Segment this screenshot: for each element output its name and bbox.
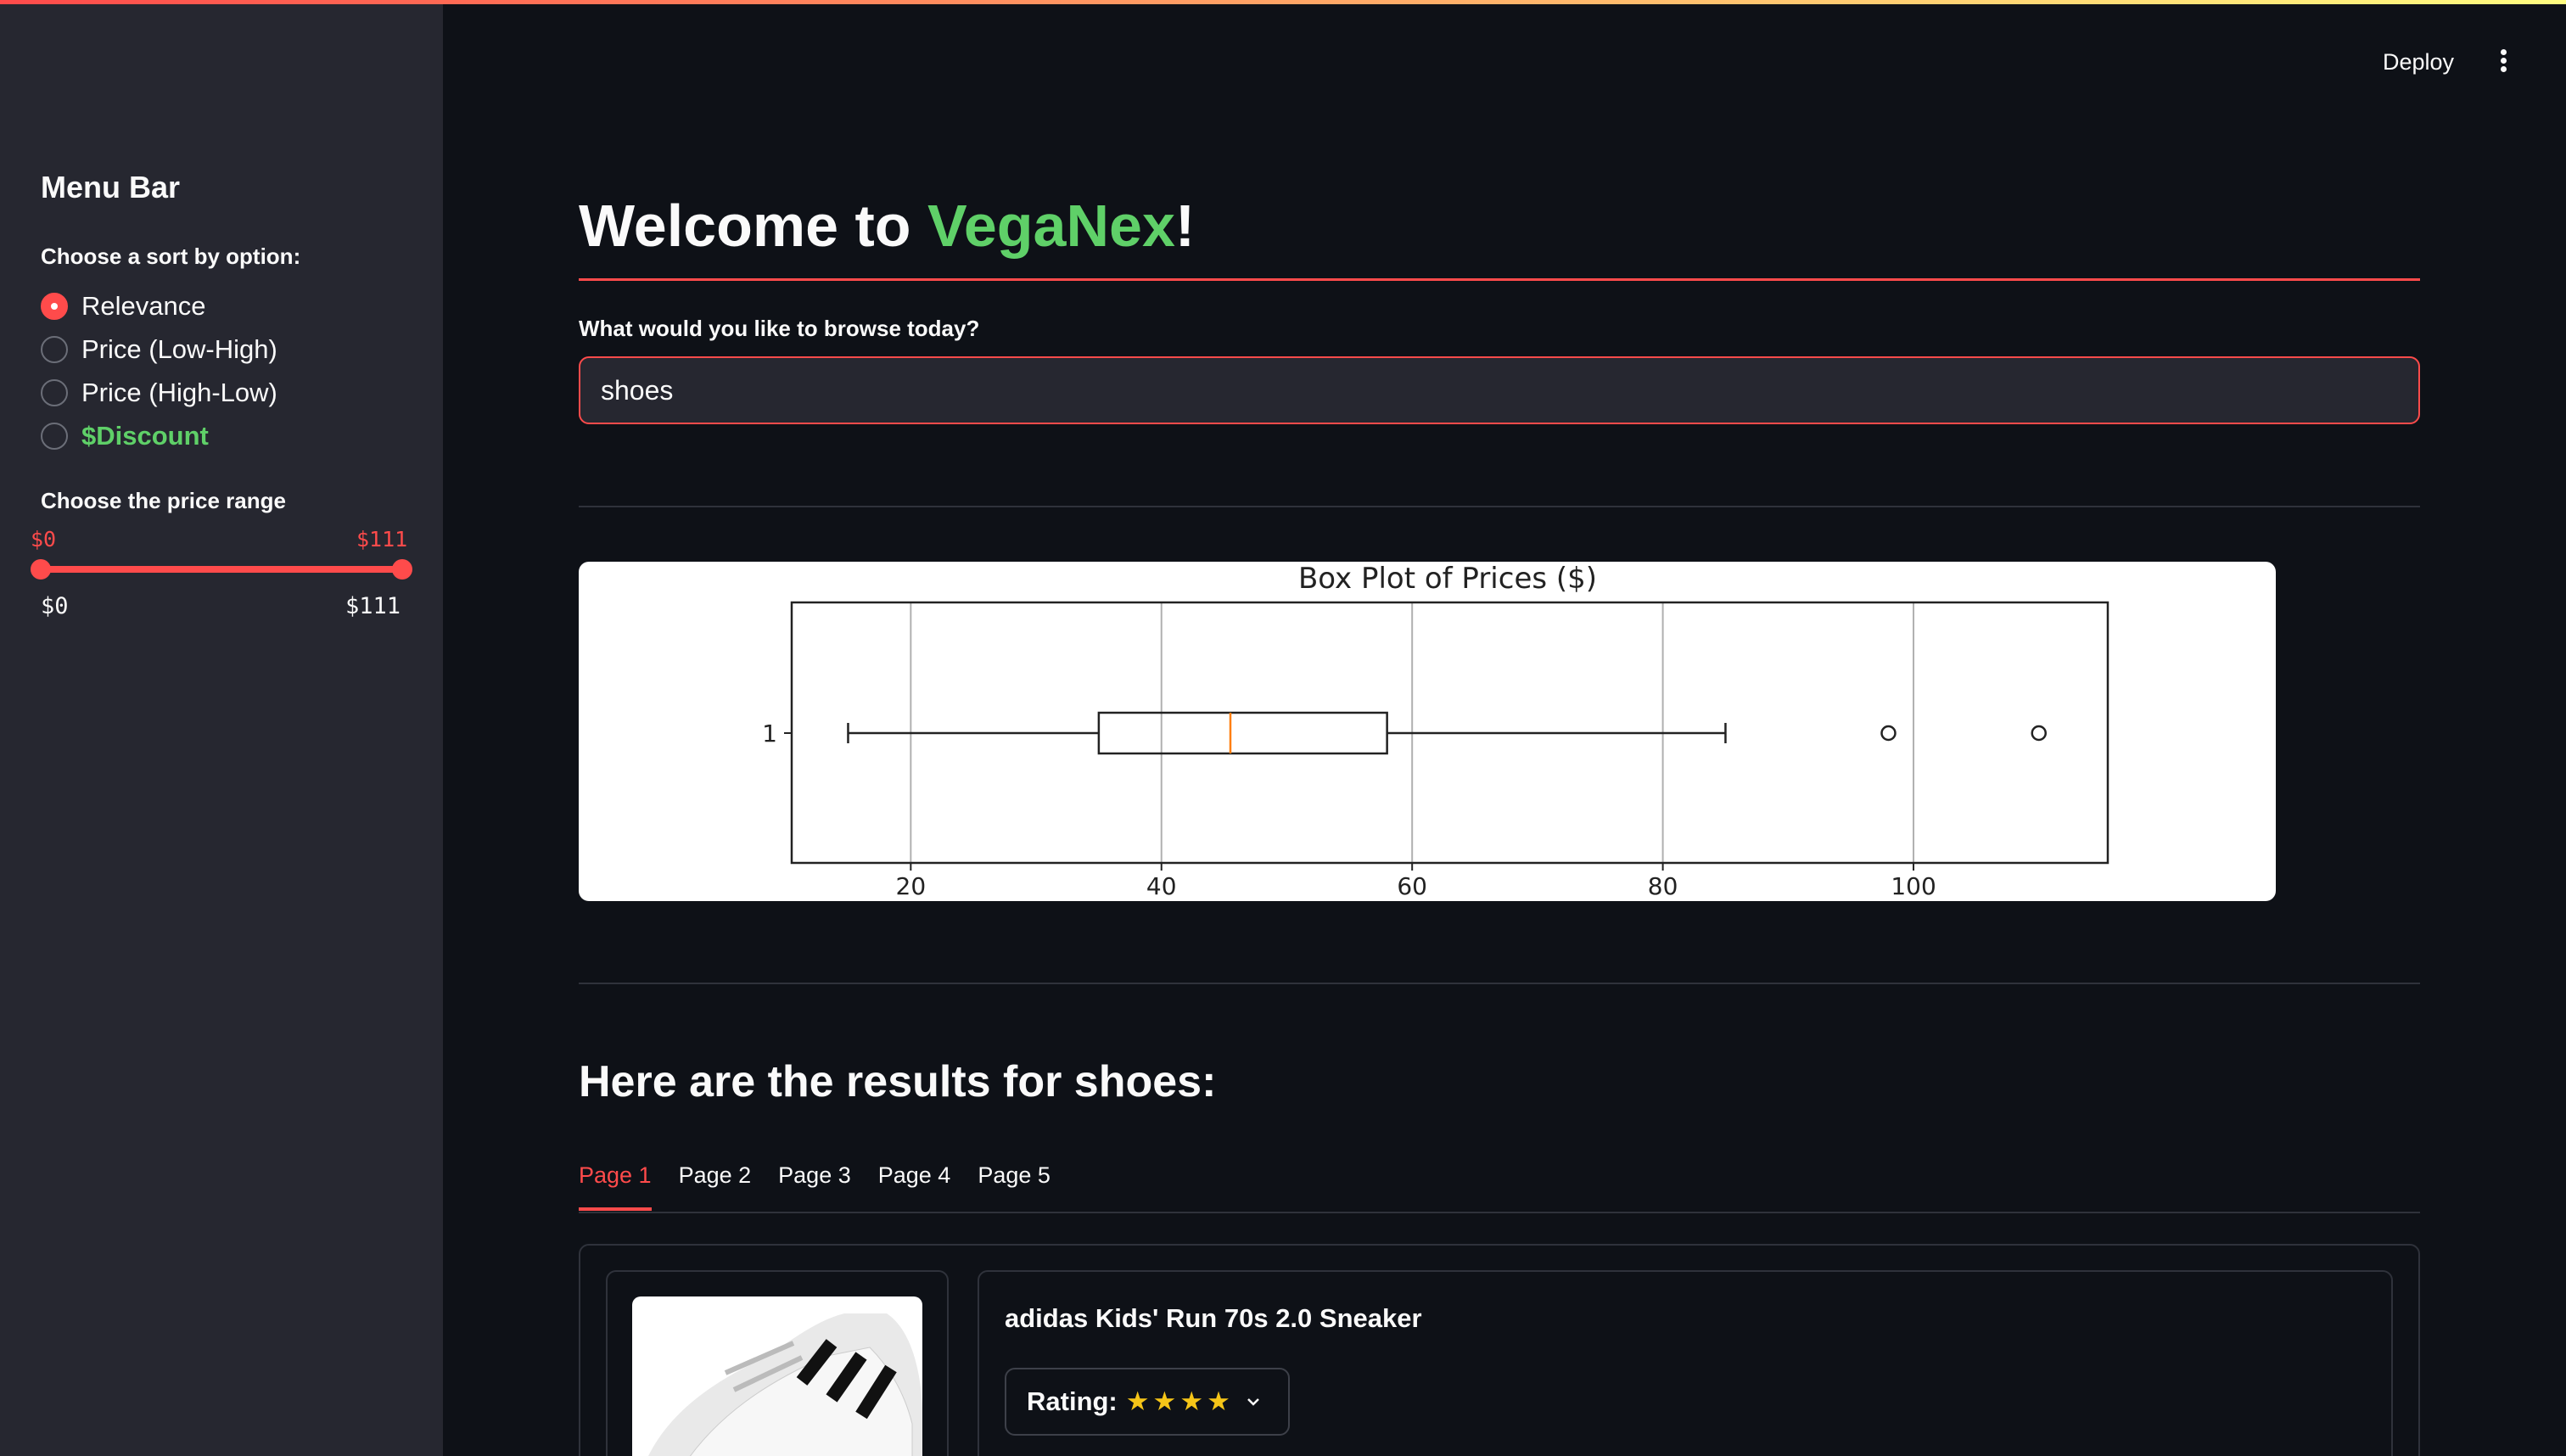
sidebar: Menu Bar Choose a sort by option: Releva…: [0, 4, 443, 1456]
sort-option-label: Relevance: [81, 291, 206, 321]
sort-option-price-low-high[interactable]: Price (Low-High): [41, 333, 277, 367]
section-divider: [579, 506, 2420, 507]
radio-checked-icon[interactable]: [41, 293, 68, 320]
section-divider: [579, 983, 2420, 984]
sort-option-label: Price (Low-High): [81, 334, 277, 364]
tab-page-2[interactable]: Page 2: [679, 1162, 752, 1211]
range-min-label: $0: [41, 593, 69, 619]
sort-option-price-high-low[interactable]: Price (High-Low): [41, 376, 277, 410]
tab-page-3[interactable]: Page 3: [778, 1162, 851, 1211]
sort-option-discount[interactable]: $Discount: [41, 419, 209, 453]
welcome-prefix: Welcome to: [579, 193, 928, 259]
price-slider-max-handle[interactable]: [392, 559, 412, 580]
results-heading: Here are the results for shoes:: [579, 1057, 1217, 1106]
tab-page-1[interactable]: Page 1: [579, 1162, 652, 1211]
slider-min-value: $0: [31, 527, 57, 552]
title-divider: [579, 278, 2420, 281]
rating-expander[interactable]: Rating: ★★★★: [1005, 1368, 1290, 1436]
x-tick-label: 80: [1648, 872, 1678, 900]
search-input[interactable]: [579, 356, 2420, 424]
sneaker-image-icon: [648, 1313, 922, 1456]
brand-name: VegaNex: [927, 193, 1175, 259]
chart-title: Box Plot of Prices ($): [1298, 562, 1597, 596]
radio-unchecked-icon[interactable]: [41, 379, 68, 406]
slider-max-value: $111: [356, 527, 408, 552]
sort-label: Choose a sort by option:: [41, 244, 301, 269]
deploy-button[interactable]: Deploy: [2383, 49, 2454, 76]
chevron-down-icon: [1247, 1398, 1259, 1406]
tab-page-4[interactable]: Page 4: [878, 1162, 951, 1211]
vertical-dots-icon[interactable]: [2486, 47, 2520, 81]
x-tick-label: 40: [1146, 872, 1177, 900]
rating-label: Rating:: [1027, 1386, 1118, 1416]
outlier-point: [2031, 725, 2048, 742]
search-label: What would you like to browse today?: [579, 316, 980, 341]
interquartile-box: [1097, 711, 1388, 755]
range-max-label: $111: [345, 593, 401, 619]
x-tick-label: 100: [1891, 872, 1936, 900]
sidebar-title: Menu Bar: [41, 170, 181, 204]
y-tick-label: 1: [762, 720, 777, 748]
radio-unchecked-icon[interactable]: [41, 336, 68, 363]
welcome-suffix: !: [1174, 193, 1196, 259]
x-tick-label: 20: [896, 872, 927, 900]
price-boxplot-card: Box Plot of Prices ($) 20 40 60 80 100 1: [579, 562, 2276, 901]
price-range-label: Choose the price range: [41, 488, 286, 513]
sort-option-label: $Discount: [81, 421, 209, 451]
sort-option-label: Price (High-Low): [81, 378, 277, 407]
price-slider-track[interactable]: [41, 566, 402, 573]
pagination-tabs: Page 1 Page 2 Page 3 Page 4 Page 5: [579, 1162, 1078, 1211]
tabs-divider: [579, 1212, 2420, 1213]
sort-option-relevance[interactable]: Relevance: [41, 289, 205, 323]
x-tick-label: 60: [1397, 872, 1427, 900]
radio-unchecked-icon[interactable]: [41, 423, 68, 450]
price-boxplot: Box Plot of Prices ($) 20 40 60 80 100 1: [762, 562, 2109, 900]
price-slider-min-handle[interactable]: [31, 559, 51, 580]
outlier-point: [1880, 725, 1896, 742]
rating-stars: ★★★★: [1125, 1386, 1234, 1416]
product-name: adidas Kids' Run 70s 2.0 Sneaker: [1005, 1303, 1422, 1333]
tab-page-5[interactable]: Page 5: [978, 1162, 1050, 1211]
product-image[interactable]: [632, 1296, 922, 1456]
page-title: Welcome to VegaNex!: [579, 192, 1195, 260]
